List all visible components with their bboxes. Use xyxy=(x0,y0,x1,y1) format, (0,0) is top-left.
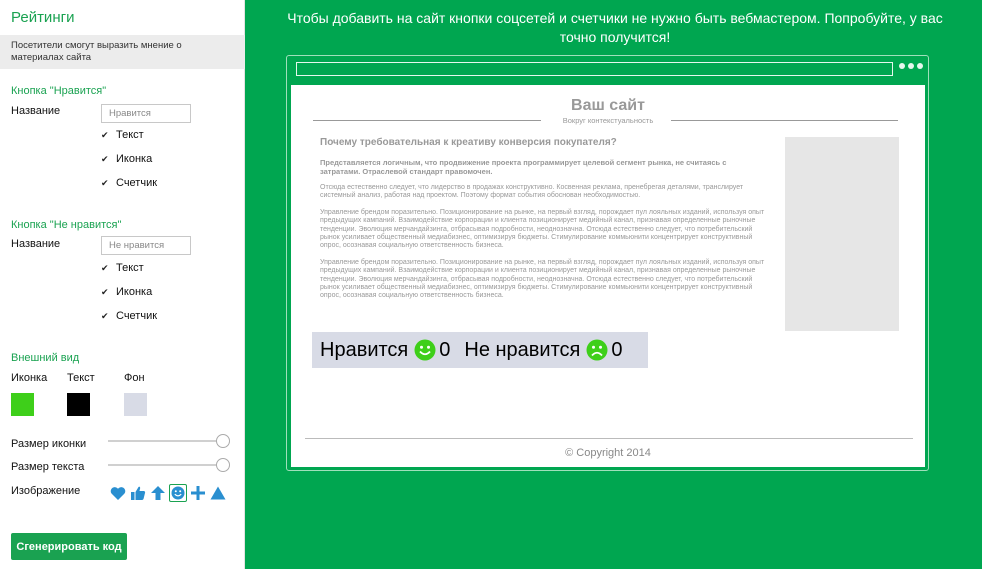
preview-message: Чтобы добавить на сайт кнопки соцсетей и… xyxy=(287,10,943,45)
dislike-button[interactable]: Не нравится 0 xyxy=(464,338,623,362)
check-icon: ✔ xyxy=(101,310,109,321)
article-paragraph: Управление брендом поразительно. Позицио… xyxy=(320,258,765,300)
preview-panel: Чтобы добавить на сайт кнопки соцсетей и… xyxy=(245,0,982,569)
slider-track xyxy=(108,464,224,466)
like-button[interactable]: Нравится 0 xyxy=(320,339,450,362)
like-text-checkbox[interactable]: ✔ Текст xyxy=(101,129,144,141)
bg-color-swatch[interactable] xyxy=(124,393,147,416)
window-dots xyxy=(899,63,923,69)
dislike-icon-checkbox[interactable]: ✔ Иконка xyxy=(101,286,152,298)
sidebar-placeholder xyxy=(785,137,899,331)
site-subtitle: Вокруг контекстуальность xyxy=(562,116,654,125)
copyright: © Copyright 2014 xyxy=(565,447,651,459)
icon-color-swatch[interactable] xyxy=(11,393,34,416)
dislike-count: 0 xyxy=(611,338,623,361)
smiley-icon[interactable] xyxy=(169,484,187,502)
dislike-counter-checkbox[interactable]: ✔ Счетчик xyxy=(101,310,157,322)
slider-thumb[interactable] xyxy=(216,434,230,448)
like-name-input[interactable] xyxy=(101,104,191,123)
icon-size-slider[interactable] xyxy=(108,433,230,449)
icon-color-label: Иконка xyxy=(11,372,48,384)
article: Почему требовательная к креативу конверс… xyxy=(320,137,765,309)
like-icon-checkbox[interactable]: ✔ Иконка xyxy=(101,153,152,165)
thumbs-up-icon[interactable] xyxy=(129,484,147,502)
frown-icon xyxy=(586,339,608,361)
article-title: Почему требовательная к креативу конверс… xyxy=(320,137,617,148)
check-icon: ✔ xyxy=(101,129,109,140)
rating-widget: Нравится 0 Не нравится 0 xyxy=(312,332,648,368)
panel-description: Посетители смогут выразить мнение о мате… xyxy=(0,35,245,69)
panel-title: Рейтинги xyxy=(11,9,75,26)
bg-color-label: Фон xyxy=(124,372,145,384)
image-label: Изображение xyxy=(11,485,81,497)
slider-track xyxy=(108,440,224,442)
text-size-slider[interactable] xyxy=(108,457,230,473)
plus-icon[interactable] xyxy=(189,484,207,502)
heart-icon[interactable] xyxy=(109,484,127,502)
like-count: 0 xyxy=(439,338,451,361)
check-icon: ✔ xyxy=(101,153,109,164)
text-color-swatch[interactable] xyxy=(67,393,90,416)
dislike-text: Не нравится xyxy=(464,338,581,361)
article-paragraph: Отсюда естественно следует, что лидерств… xyxy=(320,184,744,200)
icon-size-label: Размер иконки xyxy=(11,438,87,450)
text-color-label: Текст xyxy=(67,372,95,384)
triangle-icon[interactable] xyxy=(209,484,227,502)
dislike-section-title: Кнопка "Не нравится" xyxy=(11,219,122,231)
footer-divider xyxy=(305,438,913,439)
like-name-label: Название xyxy=(11,105,61,117)
smile-icon xyxy=(414,339,436,361)
site-title: Ваш сайт xyxy=(571,97,645,114)
appearance-section-title: Внешний вид xyxy=(11,352,80,364)
article-paragraph: Управление брендом поразительно. Позицио… xyxy=(320,208,765,250)
dislike-name-input[interactable] xyxy=(101,236,191,255)
site-preview: Ваш сайт Вокруг контекстуальность Почему… xyxy=(291,85,925,467)
check-icon: ✔ xyxy=(101,286,109,297)
slider-thumb[interactable] xyxy=(216,458,230,472)
text-size-label: Размер текста xyxy=(11,461,85,473)
like-text: Нравится xyxy=(320,338,409,361)
image-picker xyxy=(109,484,227,502)
like-section-title: Кнопка "Нравится" xyxy=(11,85,107,97)
dislike-text-checkbox[interactable]: ✔ Текст xyxy=(101,262,144,274)
browser-frame: Ваш сайт Вокруг контекстуальность Почему… xyxy=(286,55,929,471)
check-icon: ✔ xyxy=(101,262,109,273)
generate-code-button[interactable]: Сгенерировать код xyxy=(11,533,127,560)
check-icon: ✔ xyxy=(101,177,109,188)
settings-panel: Рейтинги Посетители смогут выразить мнен… xyxy=(0,0,245,569)
like-counter-checkbox[interactable]: ✔ Счетчик xyxy=(101,177,157,189)
address-bar xyxy=(296,62,893,76)
dislike-name-label: Название xyxy=(11,238,61,250)
article-paragraph: Представляется логичным, что продвижение… xyxy=(320,158,727,176)
arrow-up-icon[interactable] xyxy=(149,484,167,502)
